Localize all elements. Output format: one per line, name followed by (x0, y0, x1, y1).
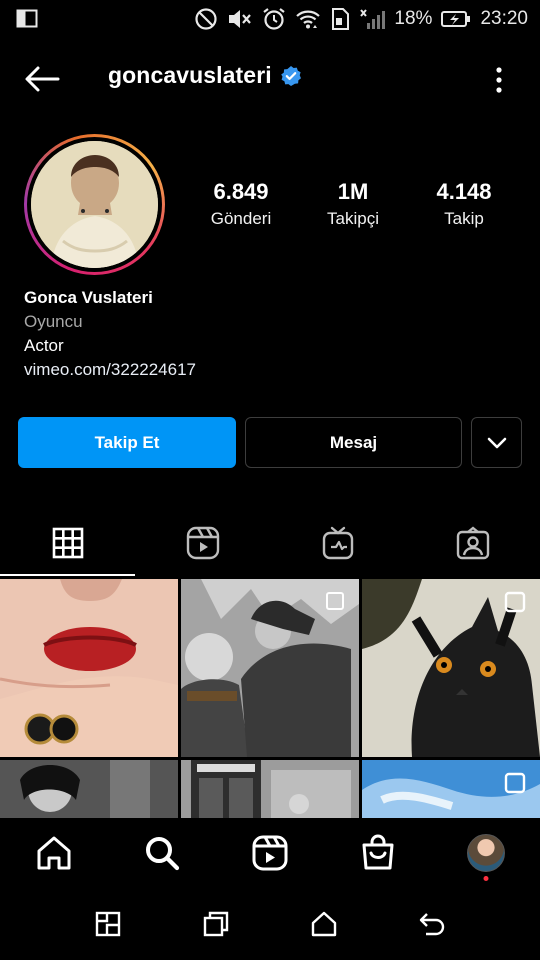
message-button[interactable]: Mesaj (245, 417, 462, 468)
nav-home[interactable] (0, 818, 108, 888)
more-options-button[interactable] (494, 66, 504, 94)
do-not-disturb-icon (194, 7, 218, 31)
back-arrow-icon (25, 66, 60, 92)
sim-icon (330, 7, 350, 31)
system-back-button[interactable] (418, 910, 446, 938)
tab-posts-grid[interactable] (0, 510, 135, 576)
home-icon (311, 911, 337, 937)
overview-button[interactable] (202, 910, 230, 938)
stat-posts[interactable]: 6.849 Gönderi (181, 178, 301, 231)
stat-followers-label: Takipçi (327, 209, 379, 228)
suggested-accounts-button[interactable] (471, 417, 522, 468)
reels-icon (252, 835, 288, 871)
status-bar: 18% 23:20 (0, 0, 540, 38)
recent-apps-button[interactable] (94, 910, 122, 938)
stat-followers-value: 1M (337, 179, 369, 204)
profile-header: goncavuslateri (0, 50, 540, 108)
stat-posts-label: Gönderi (210, 209, 272, 228)
post-thumbnail[interactable] (0, 760, 178, 819)
stat-posts-value: 6.849 (213, 179, 269, 204)
tab-igtv[interactable] (270, 510, 405, 576)
wifi-icon (295, 8, 321, 30)
chevron-down-icon (487, 437, 506, 448)
recent-apps-icon (95, 911, 121, 937)
instagram-profile-screen: 18% 23:20 goncavuslateri 6.849 Gönderi 1… (0, 0, 540, 960)
system-home-button[interactable] (310, 910, 338, 938)
grid-icon (52, 527, 83, 559)
overview-icon (203, 911, 229, 937)
back-icon (419, 913, 445, 936)
vertical-dots-icon (496, 67, 502, 93)
screen-mirror-icon (16, 9, 38, 29)
profile-bio: Gonca Vuslateri Oyuncu Actor vimeo.com/3… (24, 286, 504, 382)
post-thumbnail[interactable] (362, 760, 540, 819)
verified-badge-icon (280, 65, 302, 87)
home-icon (37, 836, 71, 870)
stat-following[interactable]: 4.148 Takip (404, 178, 524, 231)
follow-button-label: Takip Et (94, 432, 160, 452)
nav-reels[interactable] (216, 818, 324, 888)
stat-following-value: 4.148 (436, 179, 492, 204)
post-thumbnail[interactable] (181, 579, 359, 757)
tab-tagged[interactable] (405, 510, 540, 576)
profile-website-link[interactable]: vimeo.com/322224617 (24, 358, 504, 382)
profile-avatar-story-ring[interactable] (24, 134, 165, 275)
message-button-label: Mesaj (329, 432, 378, 452)
status-time: 23:20 (480, 8, 528, 29)
back-button[interactable] (22, 63, 62, 95)
signal-icon (359, 7, 386, 31)
profile-tabs (0, 510, 540, 576)
profile-bio-text: Actor (24, 336, 64, 355)
bottom-navigation (0, 818, 540, 888)
posts-grid (0, 579, 540, 819)
battery-charging-icon (441, 10, 471, 28)
profile-avatar (467, 834, 505, 872)
nav-profile[interactable] (432, 818, 540, 888)
notification-dot (483, 876, 489, 881)
post-thumbnail[interactable] (362, 579, 540, 757)
post-thumbnail[interactable] (181, 760, 359, 819)
battery-percent: 18% (394, 8, 433, 29)
post-thumbnail[interactable] (0, 579, 178, 757)
nav-search[interactable] (108, 818, 216, 888)
profile-full-name: Gonca Vuslateri (24, 288, 153, 307)
nav-shop[interactable] (324, 818, 432, 888)
system-navigation-bar (0, 888, 540, 960)
follow-button[interactable]: Takip Et (18, 417, 236, 468)
profile-category: Oyuncu (24, 312, 83, 331)
igtv-icon (322, 526, 353, 560)
stat-following-label: Takip (444, 209, 484, 228)
tagged-user-icon (456, 526, 489, 560)
alarm-icon (262, 7, 286, 31)
reels-icon (186, 526, 219, 560)
stat-followers[interactable]: 1M Takipçi (293, 178, 413, 231)
search-icon (146, 837, 180, 871)
profile-username: goncavuslateri (108, 62, 272, 88)
profile-avatar (31, 141, 158, 268)
tab-reels[interactable] (135, 510, 270, 576)
shop-icon (362, 834, 394, 870)
mute-icon (227, 8, 253, 30)
